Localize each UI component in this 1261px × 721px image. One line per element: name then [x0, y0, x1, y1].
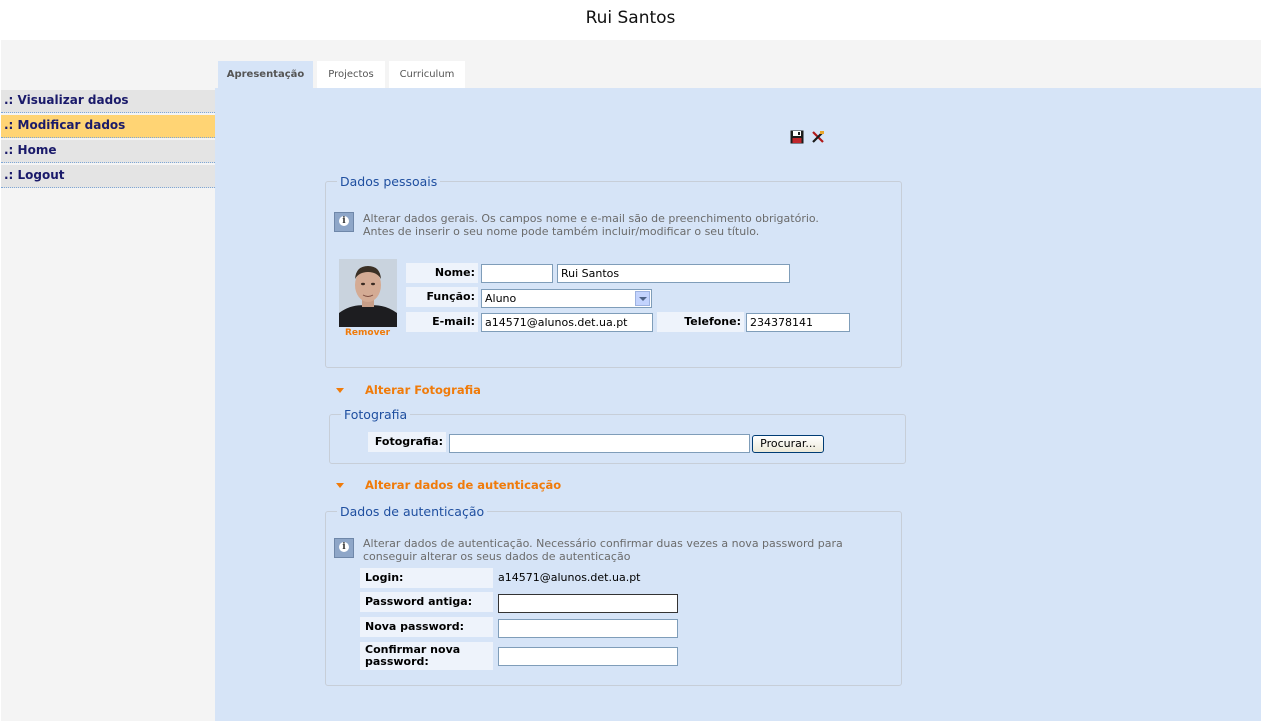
auth-info-text: Alterar dados de autenticação. Necessári… — [363, 537, 843, 563]
remove-photo-link[interactable]: Remover — [345, 328, 390, 338]
cancel-icon[interactable] — [811, 130, 825, 144]
chevron-down-icon — [635, 291, 650, 306]
personal-info-text: Alterar dados gerais. Os campos nome e e… — [363, 212, 819, 238]
sidebar-menu: .: Visualizar dados .: Modificar dados .… — [1, 90, 215, 190]
phone-field[interactable] — [746, 313, 850, 332]
tab-curriculum[interactable]: Curriculum — [389, 61, 465, 88]
function-select[interactable]: Aluno — [481, 289, 652, 308]
confirm-password-field[interactable] — [498, 647, 678, 666]
sidebar-item-visualizar-dados[interactable]: .: Visualizar dados — [1, 90, 215, 113]
change-photo-toggle[interactable]: Alterar Fotografia — [365, 383, 481, 397]
photo-file-label: Fotografia: — [368, 432, 446, 452]
new-password-field[interactable] — [498, 619, 678, 638]
email-label: E-mail: — [406, 312, 478, 332]
sidebar: .: Visualizar dados .: Modificar dados .… — [1, 40, 215, 721]
main-panel: Dados pessoais i Alterar dados gerais. O… — [215, 88, 1261, 721]
login-label: Login: — [360, 568, 493, 588]
email-field[interactable] — [481, 313, 653, 332]
name-label: Nome: — [406, 263, 478, 283]
sidebar-item-home[interactable]: .: Home — [1, 140, 215, 163]
phone-label: Telefone: — [657, 312, 744, 332]
sidebar-item-modificar-dados[interactable]: .: Modificar dados — [1, 115, 215, 138]
tab-apresentacao[interactable]: Apresentação — [218, 61, 313, 88]
info-icon: i — [334, 538, 354, 558]
function-label: Função: — [406, 287, 478, 307]
old-password-field[interactable] — [498, 594, 678, 613]
login-value: a14571@alunos.det.ua.pt — [498, 571, 641, 584]
photo-file-field[interactable] — [449, 434, 750, 453]
browse-button[interactable]: Procurar... — [752, 435, 824, 453]
expand-triangle-icon[interactable] — [336, 483, 344, 488]
name-field[interactable] — [557, 264, 790, 283]
confirm-password-label: Confirmar nova password: — [360, 642, 493, 670]
change-auth-toggle[interactable]: Alterar dados de autenticação — [365, 478, 561, 492]
sidebar-item-logout[interactable]: .: Logout — [1, 165, 215, 188]
new-password-label: Nova password: — [360, 617, 493, 637]
info-icon: i — [334, 212, 354, 232]
tab-projectos[interactable]: Projectos — [317, 61, 385, 88]
tab-bar: Apresentação Projectos Curriculum — [215, 40, 1261, 88]
save-icon[interactable] — [790, 130, 804, 144]
old-password-label: Password antiga: — [360, 592, 493, 612]
title-field[interactable] — [481, 264, 553, 283]
personal-data-legend: Dados pessoais — [340, 174, 438, 189]
photo-legend: Fotografia — [344, 407, 408, 422]
auth-legend: Dados de autenticação — [340, 504, 485, 519]
page-title: Rui Santos — [585, 8, 676, 28]
function-select-value: Aluno — [485, 292, 517, 305]
expand-triangle-icon[interactable] — [336, 388, 344, 393]
profile-photo — [339, 259, 397, 327]
